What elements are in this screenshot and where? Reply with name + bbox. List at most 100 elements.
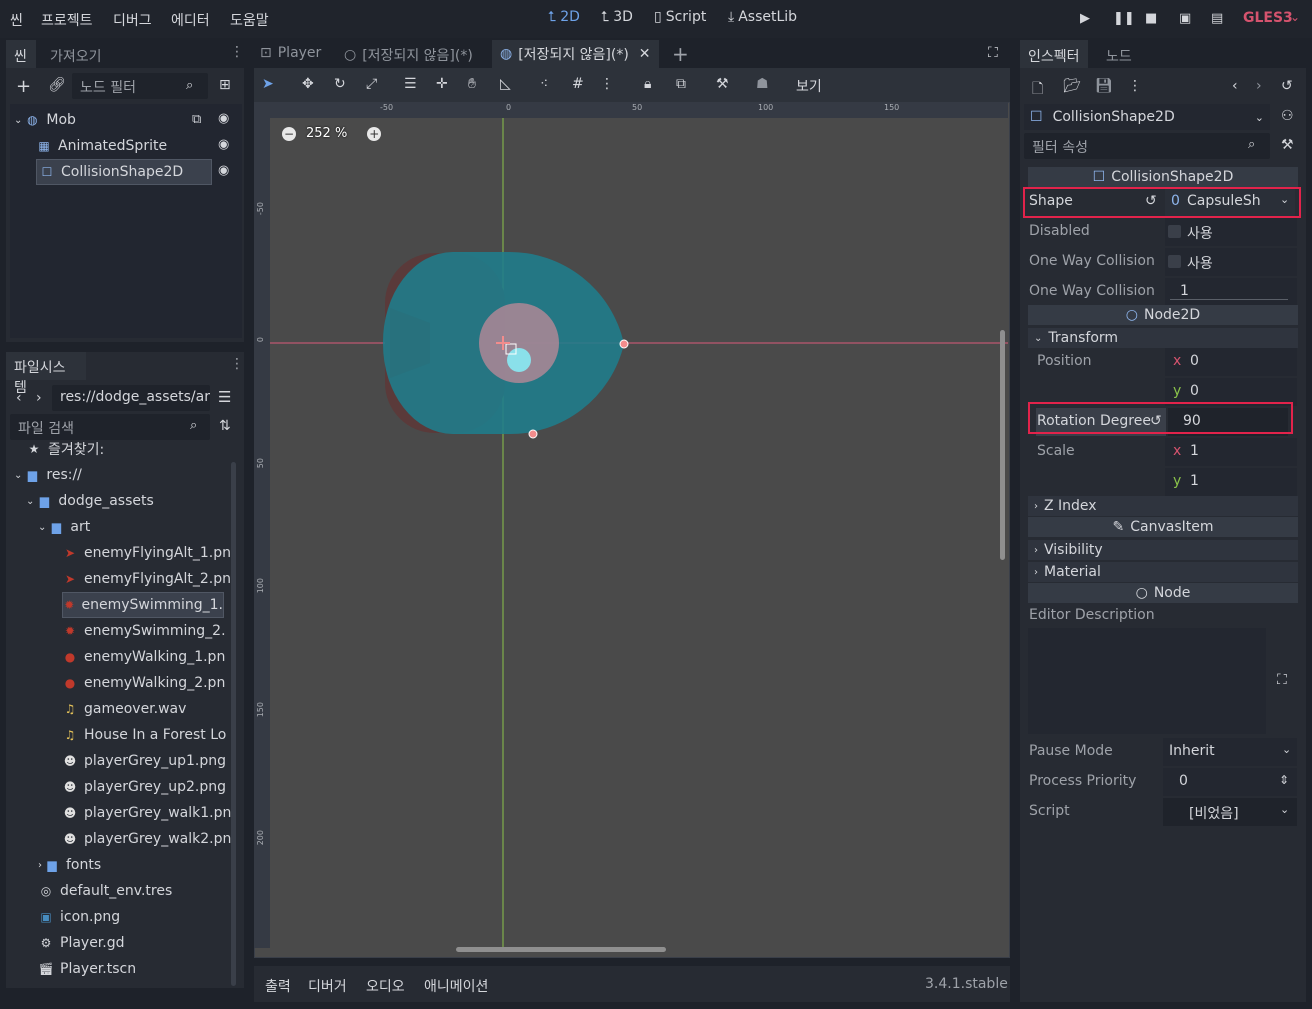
move-tool-icon[interactable]: ✥ bbox=[302, 76, 314, 92]
rotate-tool-icon[interactable]: ↻ bbox=[334, 76, 346, 92]
file-item[interactable]: ♫ House In a Forest Lo bbox=[62, 722, 227, 748]
instance-scene-icon[interactable]: ⊞ bbox=[219, 77, 231, 93]
menu-dots-icon[interactable]: ⋮ bbox=[1128, 78, 1142, 94]
tab-player[interactable]: ⊡ Player bbox=[260, 45, 321, 61]
object-history-icon[interactable]: ↺ bbox=[1281, 78, 1293, 94]
pan-hand-icon[interactable]: ✋︎ bbox=[468, 76, 476, 92]
visibility-eye-icon[interactable]: ◉ bbox=[218, 137, 229, 152]
zoom-in-icon[interactable]: + bbox=[367, 126, 382, 141]
bone-icon[interactable]: ⚒ bbox=[716, 76, 729, 92]
menu-editor[interactable]: 에디터 bbox=[171, 10, 210, 30]
chevron-down-icon[interactable]: ⌄ bbox=[14, 115, 22, 126]
chevron-down-icon[interactable]: ⌄ bbox=[26, 496, 34, 507]
history-back-icon[interactable]: ‹ bbox=[1232, 78, 1238, 94]
workspace-2d-button[interactable]: ⮤ 2D bbox=[548, 9, 580, 25]
node-properties-icon[interactable]: ⚇ bbox=[1281, 108, 1294, 124]
prop-script-value[interactable]: [비었음] bbox=[1189, 803, 1239, 823]
file-item[interactable]: ● enemyWalking_2.pn bbox=[62, 670, 226, 696]
file-item[interactable]: ✹ enemySwimming_2. bbox=[62, 618, 226, 644]
pivot-icon[interactable]: ✛ bbox=[436, 76, 448, 92]
vertical-scrollbar[interactable] bbox=[1000, 330, 1005, 560]
chevron-down-icon[interactable]: ⌄ bbox=[1290, 10, 1300, 24]
editor-description-textarea[interactable] bbox=[1028, 628, 1266, 734]
workspace-script-button[interactable]: ▯ Script bbox=[654, 9, 706, 25]
chevron-down-icon[interactable]: ⌄ bbox=[14, 470, 22, 481]
visibility-eye-icon[interactable]: ◉ bbox=[218, 163, 229, 178]
expand-icon[interactable]: ⛶ bbox=[1277, 672, 1287, 688]
smart-snap-icon[interactable]: ⁖ bbox=[540, 76, 548, 92]
add-node-icon[interactable]: + bbox=[16, 76, 31, 97]
prop-process-priority-value[interactable]: 0 bbox=[1179, 773, 1188, 789]
tab-node[interactable]: 노드 bbox=[1098, 40, 1140, 68]
view-menu[interactable]: 보기 bbox=[796, 76, 822, 96]
group-visibility[interactable]: › Visibility bbox=[1028, 540, 1298, 560]
play-icon[interactable]: ▶ bbox=[1080, 11, 1090, 26]
save-icon[interactable]: 💾︎ bbox=[1095, 78, 1113, 94]
position-y-value[interactable]: 0 bbox=[1190, 383, 1199, 399]
split-view-icon[interactable]: ☰ bbox=[218, 388, 231, 406]
chevron-right-icon[interactable]: › bbox=[38, 860, 42, 871]
file-tree-scrollbar[interactable] bbox=[231, 462, 236, 986]
camera-override-icon[interactable]: ☗ bbox=[756, 76, 769, 92]
menu-dots-icon[interactable]: ⋮ bbox=[230, 44, 244, 60]
visibility-eye-icon[interactable]: ◉ bbox=[218, 111, 229, 126]
horizontal-scrollbar[interactable] bbox=[456, 947, 666, 952]
prop-one-way-margin-value[interactable]: 1 bbox=[1180, 283, 1189, 299]
one-way-checkbox[interactable] bbox=[1168, 255, 1181, 268]
workspace-3d-button[interactable]: ⮤ 3D bbox=[601, 9, 633, 25]
list-select-icon[interactable]: ☰ bbox=[404, 76, 417, 92]
zoom-out-icon[interactable]: − bbox=[282, 126, 296, 141]
file-item[interactable]: 🎬︎ Player.tscn bbox=[38, 956, 136, 982]
tab-unsaved-2[interactable]: ◍ [저장되지 않음](*) ✕ bbox=[492, 40, 659, 68]
slider-track[interactable] bbox=[1170, 299, 1288, 300]
lock-icon[interactable]: 🔒︎ bbox=[644, 76, 651, 92]
tree-node-animatedsprite[interactable]: ▦ AnimatedSprite bbox=[36, 133, 167, 159]
chevron-down-icon[interactable]: ⌄ bbox=[1280, 803, 1289, 816]
link-icon[interactable]: 🔗︎ bbox=[48, 77, 66, 93]
open-folder-icon[interactable]: 📂︎ bbox=[1063, 78, 1081, 94]
scale-tool-icon[interactable]: ⤢ bbox=[366, 76, 377, 92]
pause-icon[interactable]: ❚❚ bbox=[1113, 11, 1135, 26]
group-icon[interactable]: ⧉ bbox=[192, 112, 201, 127]
tree-node-collisionshape2d[interactable]: ☐ CollisionShape2D bbox=[36, 159, 212, 185]
group-material[interactable]: › Material bbox=[1028, 562, 1298, 582]
close-icon[interactable]: ✕ bbox=[639, 46, 651, 62]
menu-dots-icon[interactable]: ⋮ bbox=[230, 356, 244, 372]
tab-scene[interactable]: 씬 bbox=[6, 40, 36, 68]
group-z-index[interactable]: › Z Index bbox=[1028, 496, 1298, 516]
file-item[interactable]: ⚙ Player.gd bbox=[38, 930, 125, 956]
renderer-label[interactable]: GLES3 bbox=[1243, 10, 1293, 26]
scale-x-value[interactable]: 1 bbox=[1190, 443, 1199, 459]
scale-x-box[interactable] bbox=[1165, 438, 1297, 466]
grid-snap-icon[interactable]: # bbox=[572, 76, 584, 92]
new-resource-icon[interactable]: 🗋︎ bbox=[1032, 78, 1043, 102]
menu-dots-icon[interactable]: ⋮ bbox=[600, 76, 614, 92]
play-custom-scene-icon[interactable]: ▤ bbox=[1211, 11, 1223, 26]
menu-help[interactable]: 도움말 bbox=[230, 10, 269, 30]
file-item[interactable]: ☻ playerGrey_up1.png bbox=[62, 748, 226, 774]
position-x-value[interactable]: 0 bbox=[1190, 353, 1199, 369]
tab-import[interactable]: 가져오기 bbox=[42, 40, 110, 68]
folder-res[interactable]: ⌄ ▆ res:// bbox=[14, 462, 82, 488]
group-icon[interactable]: ⧉ bbox=[676, 76, 686, 92]
workspace-assetlib-button[interactable]: ⤓ AssetLib bbox=[728, 9, 797, 25]
prop-pause-mode-value[interactable]: Inherit bbox=[1169, 743, 1215, 759]
chevron-down-icon[interactable]: ⌄ bbox=[1282, 743, 1291, 756]
folder-dodge-assets[interactable]: ⌄ ▆ dodge_assets bbox=[26, 488, 154, 514]
file-item[interactable]: ● enemyWalking_1.pn bbox=[62, 644, 226, 670]
stop-icon[interactable]: ■ bbox=[1145, 11, 1157, 26]
menu-project[interactable]: 프로젝트 bbox=[41, 10, 93, 30]
scale-y-box[interactable] bbox=[1165, 468, 1297, 496]
tab-audio[interactable]: 오디오 bbox=[366, 976, 405, 996]
favorites-item[interactable]: ★ 즐겨찾기: bbox=[26, 442, 105, 462]
play-scene-icon[interactable]: ▣ bbox=[1179, 11, 1191, 26]
scale-y-value[interactable]: 1 bbox=[1190, 473, 1199, 489]
forward-icon[interactable]: › bbox=[36, 390, 42, 406]
tree-node-mob[interactable]: ⌄ ◍ Mob bbox=[14, 107, 76, 133]
disabled-checkbox[interactable] bbox=[1168, 225, 1181, 238]
tab-debugger[interactable]: 디버거 bbox=[308, 976, 347, 996]
select-tool-icon[interactable]: ➤ bbox=[262, 76, 274, 92]
path-input[interactable]: res://dodge_assets/art bbox=[52, 385, 210, 411]
file-item[interactable]: ▣ icon.png bbox=[38, 904, 120, 930]
folder-art[interactable]: ⌄ ▆ art bbox=[38, 514, 90, 540]
